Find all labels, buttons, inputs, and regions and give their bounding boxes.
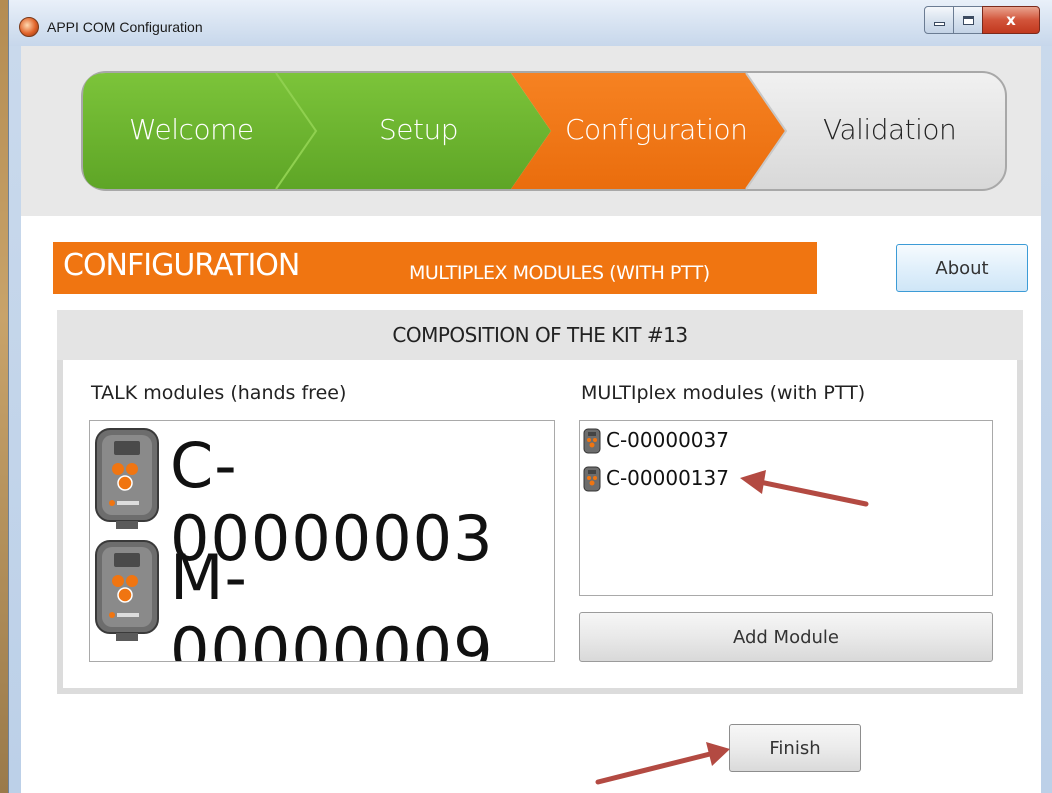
configuration-title: CONFIGURATION xyxy=(63,248,300,283)
finish-button[interactable]: Finish xyxy=(729,724,861,772)
multiplex-modules-list[interactable]: C-00000037 C-00000137 xyxy=(579,420,993,596)
maximize-button[interactable] xyxy=(953,6,983,34)
list-item[interactable]: C-00000003 xyxy=(90,423,554,575)
multiplex-module-id: C-00000037 xyxy=(606,428,729,452)
title-bar[interactable]: APPI COM Configuration x xyxy=(9,0,1052,46)
kit-header: COMPOSITION OF THE KIT #13 xyxy=(57,310,1023,360)
minimize-icon xyxy=(933,22,945,26)
wizard-band: Welcome Setup Configuration Validation xyxy=(21,46,1041,216)
app-logo-icon xyxy=(19,17,39,37)
list-item[interactable]: C-00000037 xyxy=(582,427,982,457)
window-title: APPI COM Configuration xyxy=(47,19,203,35)
talk-modules-list[interactable]: C-00000003 M-00000009 xyxy=(89,420,555,662)
step-welcome: Welcome xyxy=(129,113,254,146)
multiplex-modules-label: MULTIplex modules (with PTT) xyxy=(581,382,866,404)
app-window: APPI COM Configuration x Welcome Setup C… xyxy=(8,0,1052,793)
close-icon: x xyxy=(1006,11,1016,29)
talk-device-icon xyxy=(95,540,159,641)
multiplex-device-icon xyxy=(583,428,601,454)
kit-content: TALK modules (hands free) MULTIplex modu… xyxy=(63,360,1017,688)
list-item[interactable]: C-00000137 xyxy=(582,465,982,495)
configuration-subtitle: MULTIPLEX MODULES (WITH PTT) xyxy=(409,262,710,284)
step-setup: Setup xyxy=(379,113,459,146)
talk-module-id: M-00000009 xyxy=(170,541,494,662)
multiplex-device-icon xyxy=(583,466,601,492)
talk-modules-label: TALK modules (hands free) xyxy=(91,382,347,404)
wizard-progress: Welcome Setup Configuration Validation xyxy=(81,71,1007,191)
maximize-icon xyxy=(962,15,974,25)
step-validation: Validation xyxy=(823,113,957,146)
step-configuration: Configuration xyxy=(565,113,748,146)
multiplex-module-id: C-00000137 xyxy=(606,466,729,490)
minimize-button[interactable] xyxy=(924,6,954,34)
list-item[interactable]: M-00000009 xyxy=(90,535,554,661)
client-area: Welcome Setup Configuration Validation C… xyxy=(21,46,1041,793)
kit-composition-panel: COMPOSITION OF THE KIT #13 TALK modules … xyxy=(57,310,1023,694)
close-button[interactable]: x xyxy=(982,6,1040,34)
about-button[interactable]: About xyxy=(896,244,1028,292)
configuration-banner: CONFIGURATION MULTIPLEX MODULES (WITH PT… xyxy=(53,242,817,294)
add-module-button[interactable]: Add Module xyxy=(579,612,993,662)
talk-device-icon xyxy=(95,428,159,529)
